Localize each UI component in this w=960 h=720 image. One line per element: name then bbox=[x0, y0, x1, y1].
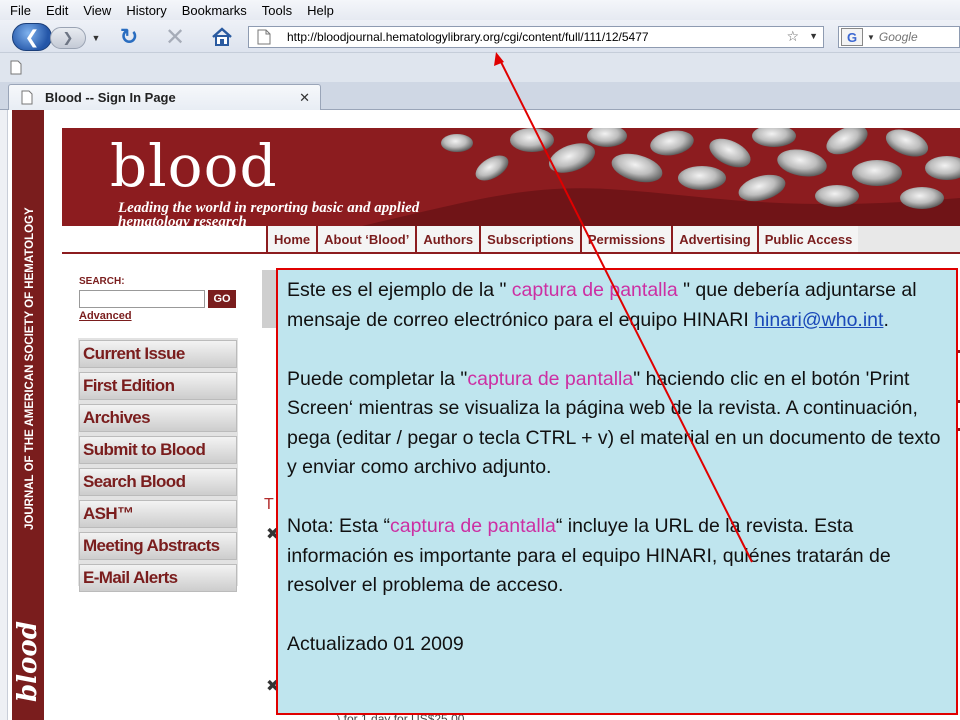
chevron-down-icon[interactable]: ▼ bbox=[867, 33, 875, 42]
site-nav: Home About ‘Blood’ Authors Subscriptions… bbox=[62, 226, 960, 252]
bookmarks-toolbar bbox=[0, 52, 960, 82]
menu-help[interactable]: Help bbox=[307, 3, 334, 18]
side-menu-first-edition[interactable]: First Edition bbox=[79, 372, 237, 400]
search-engine-icon[interactable]: G bbox=[841, 28, 863, 46]
page-icon bbox=[257, 29, 271, 45]
close-icon[interactable]: ✕ bbox=[299, 90, 310, 106]
instruction-note: Este es el ejemplo de la " captura de pa… bbox=[276, 268, 958, 715]
nav-spacer bbox=[62, 226, 267, 252]
tab-blood-sign-in[interactable]: Blood -- Sign In Page ✕ bbox=[8, 84, 321, 110]
url-text[interactable]: http://bloodjournal.hematologylibrary.or… bbox=[287, 30, 792, 44]
back-arrow-icon: ❮ bbox=[24, 26, 40, 47]
blood-logo[interactable]: blood bbox=[110, 132, 278, 200]
site-tagline: Leading the world in reporting basic and… bbox=[118, 200, 420, 227]
reload-icon: ↻ bbox=[119, 24, 139, 49]
nav-home[interactable]: Home bbox=[266, 226, 317, 252]
side-menu-ash[interactable]: ASH™ bbox=[79, 500, 237, 528]
email-link[interactable]: hinari@who.int bbox=[754, 309, 883, 331]
home-icon bbox=[212, 27, 232, 46]
menu-view[interactable]: View bbox=[83, 3, 111, 18]
note-text: Nota: Esta “ bbox=[287, 515, 390, 537]
note-highlight: captura de pantalla bbox=[511, 279, 678, 301]
tab-title: Blood -- Sign In Page bbox=[45, 90, 176, 105]
tagline-line-2: hematology research bbox=[118, 214, 247, 227]
tab-strip: Blood -- Sign In Page ✕ bbox=[0, 82, 960, 110]
note-text: . bbox=[883, 308, 889, 331]
nav-public-access[interactable]: Public Access bbox=[756, 226, 859, 252]
url-bar[interactable]: http://bloodjournal.hematologylibrary.or… bbox=[248, 26, 824, 48]
history-dropdown-button[interactable]: ▼ bbox=[88, 28, 104, 48]
forward-arrow-icon: ❯ bbox=[62, 30, 74, 45]
site-nav-tabs: Home About ‘Blood’ Authors Subscriptions… bbox=[266, 226, 859, 252]
url-dropdown-icon[interactable]: ▼ bbox=[809, 31, 818, 41]
chevron-down-icon: ▼ bbox=[91, 33, 101, 43]
navigation-toolbar: ❮ ❯ ▼ ↻ ✕ http://bloodjournal.hematology… bbox=[0, 20, 960, 52]
svg-text:JOURNAL OF THE AMERICAN SOCIET: JOURNAL OF THE AMERICAN SOCIETY OF HEMAT… bbox=[24, 207, 36, 530]
go-button[interactable]: GO bbox=[208, 290, 236, 308]
side-menu-archives[interactable]: Archives bbox=[79, 404, 237, 432]
note-highlight: captura de pantalla bbox=[389, 515, 556, 537]
site-header-banner: blood Leading the world in reporting bas… bbox=[62, 128, 960, 226]
bookmark-star-icon[interactable]: ☆ bbox=[786, 28, 799, 45]
tagline-line-1: Leading the world in reporting basic and… bbox=[118, 200, 420, 216]
side-menu-search[interactable]: Search Blood bbox=[79, 468, 237, 496]
nav-about[interactable]: About ‘Blood’ bbox=[316, 226, 416, 252]
nav-permissions[interactable]: Permissions bbox=[579, 226, 672, 252]
site-search-input[interactable] bbox=[79, 290, 205, 308]
page-icon bbox=[21, 90, 33, 105]
search-box[interactable]: G ▼ bbox=[838, 26, 960, 48]
nav-divider bbox=[62, 252, 960, 254]
reload-button[interactable]: ↻ bbox=[114, 24, 144, 50]
search-input[interactable] bbox=[878, 30, 959, 44]
note-paragraph-3: Nota: Esta “captura de pantalla“ incluye… bbox=[287, 512, 946, 601]
nav-subscriptions[interactable]: Subscriptions bbox=[479, 226, 580, 252]
note-text: Este es el ejemplo de la " bbox=[287, 279, 512, 301]
advanced-search-link[interactable]: Advanced bbox=[79, 310, 132, 322]
note-highlight: captura de pantalla bbox=[467, 367, 634, 390]
menu-file[interactable]: File bbox=[10, 3, 31, 18]
note-text: Puede completar la " bbox=[287, 367, 468, 390]
content-heading: T bbox=[264, 496, 274, 513]
svg-text:blood: blood bbox=[14, 621, 42, 702]
menu-tools[interactable]: Tools bbox=[262, 3, 292, 18]
nav-advertising[interactable]: Advertising bbox=[671, 226, 757, 252]
note-paragraph-2: Puede completar la "captura de pantalla"… bbox=[287, 365, 946, 483]
back-button[interactable]: ❮ bbox=[12, 23, 52, 51]
side-menu-submit[interactable]: Submit to Blood bbox=[79, 436, 237, 464]
menu-history[interactable]: History bbox=[126, 3, 166, 18]
blood-vertical-logo: blood bbox=[14, 621, 42, 702]
journal-vertical-title: JOURNAL OF THE AMERICAN SOCIETY OF HEMAT… bbox=[24, 207, 36, 530]
home-button[interactable] bbox=[205, 24, 239, 50]
page-icon[interactable] bbox=[10, 60, 22, 75]
side-menu: Current Issue First Edition Archives Sub… bbox=[79, 340, 237, 596]
menu-edit[interactable]: Edit bbox=[46, 3, 68, 18]
nav-authors[interactable]: Authors bbox=[415, 226, 480, 252]
side-menu-meeting-abstracts[interactable]: Meeting Abstracts bbox=[79, 532, 237, 560]
note-paragraph-1: Este es el ejemplo de la " captura de pa… bbox=[287, 276, 946, 335]
scrollbar[interactable] bbox=[0, 110, 8, 720]
side-menu-email-alerts[interactable]: E-Mail Alerts bbox=[79, 564, 237, 592]
stop-x-icon: ✕ bbox=[164, 23, 186, 51]
side-menu-current-issue[interactable]: Current Issue bbox=[79, 340, 237, 368]
stop-button[interactable]: ✕ bbox=[160, 23, 190, 51]
forward-button[interactable]: ❯ bbox=[50, 27, 86, 49]
menu-bookmarks[interactable]: Bookmarks bbox=[182, 3, 247, 18]
note-paragraph-4: Actualizado 01 2009 bbox=[287, 633, 464, 655]
site-search-label: SEARCH: bbox=[79, 276, 125, 287]
menu-bar: File Edit View History Bookmarks Tools H… bbox=[0, 0, 960, 20]
